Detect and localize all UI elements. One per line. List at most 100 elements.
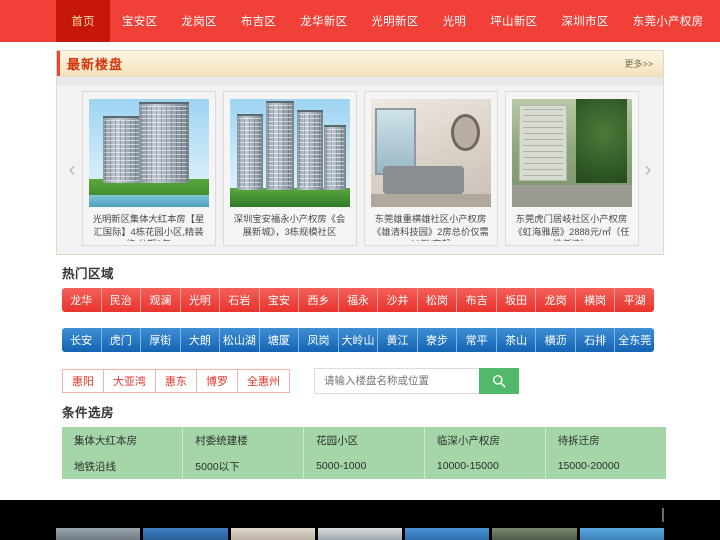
area-tag[interactable]: 茶山 xyxy=(496,328,537,352)
area-tag[interactable]: 凤岗 xyxy=(299,328,339,352)
nav-item-dongguan[interactable]: 东莞小产权房 xyxy=(621,0,716,42)
thumbnail[interactable] xyxy=(230,528,315,540)
filter-cell[interactable]: 5000以下 xyxy=(182,453,305,479)
nav-item-guangming[interactable]: 光明 xyxy=(431,0,479,42)
area-tag[interactable]: 沙井 xyxy=(378,288,418,312)
area-tag[interactable]: 光明 xyxy=(180,288,221,312)
panel-header: 最新楼盘 更多>> xyxy=(57,51,663,77)
thumbnail[interactable] xyxy=(56,528,141,540)
area-tag[interactable]: 龙华 xyxy=(62,288,102,312)
area-tag[interactable]: 塘厦 xyxy=(259,328,300,352)
filter-table: 集体大红本房 村委统建楼 花园小区 临深小产权房 待拆迁房 地铁沿线 5000以… xyxy=(62,427,666,479)
bottom-thumbnail-strip xyxy=(56,528,664,540)
top-navigation-bar: 首页 宝安区 龙岗区 布吉区 龙华新区 光明新区 光明 坪山新区 深圳市区 东莞… xyxy=(0,0,720,42)
area-tag[interactable]: 全惠州 xyxy=(237,369,290,393)
thumbnail[interactable] xyxy=(317,528,403,540)
area-tag[interactable]: 黄江 xyxy=(378,328,418,352)
nav-left-spacer xyxy=(0,0,56,42)
area-tag[interactable]: 宝安 xyxy=(259,288,300,312)
area-tag[interactable]: 平湖 xyxy=(615,288,654,312)
area-tag[interactable]: 寮步 xyxy=(417,328,458,352)
chevron-right-icon[interactable]: › xyxy=(640,155,656,185)
area-tag[interactable]: 惠东 xyxy=(155,369,196,393)
area-tag[interactable]: 大朗 xyxy=(180,328,221,352)
thumbnail[interactable] xyxy=(579,528,664,540)
latest-properties-panel: 最新楼盘 更多>> ‹ 光明新区集体大红本房【星汇国际】4栋花园小区,精装修,分… xyxy=(56,50,664,255)
nav-item-huizhou[interactable]: 惠州 xyxy=(715,0,720,42)
property-caption: 东莞雄重横雄社区小产权房《雄清科技园》2房总价仅需38万/套起 xyxy=(372,214,489,241)
area-tag[interactable]: 惠阳 xyxy=(62,369,103,393)
thumbnail[interactable] xyxy=(492,528,577,540)
area-tag[interactable]: 长安 xyxy=(62,328,102,352)
filter-cell[interactable]: 花园小区 xyxy=(303,427,425,453)
thumbnail[interactable] xyxy=(405,528,490,540)
property-image xyxy=(370,99,491,207)
filter-cell[interactable]: 村委统建楼 xyxy=(182,427,305,453)
nav-item-longgang[interactable]: 龙岗区 xyxy=(169,0,228,42)
filter-cell[interactable]: 10000-15000 xyxy=(424,453,546,479)
area-tag[interactable]: 厚街 xyxy=(141,328,181,352)
area-tag[interactable]: 大亚湾 xyxy=(103,369,155,393)
area-tag[interactable]: 横沥 xyxy=(536,328,576,352)
property-card[interactable]: 东莞雄重横雄社区小产权房《雄清科技园》2房总价仅需38万/套起 xyxy=(363,91,498,246)
nav-item-label: 光明 xyxy=(442,16,467,28)
property-card[interactable]: 东莞虎门居岐社区小产权房《虹海雅居》2888元/㎡（任挑任选） xyxy=(504,91,639,246)
search-icon xyxy=(492,374,506,388)
search-button[interactable] xyxy=(479,368,519,394)
area-tag[interactable]: 坂田 xyxy=(496,288,537,312)
nav-item-shenzhenshiqu[interactable]: 深圳市区 xyxy=(549,0,620,42)
area-tag[interactable]: 西乡 xyxy=(299,288,339,312)
hot-area-shenzhen-tags: 龙华 民治 观澜 光明 石岩 宝安 西乡 福永 沙井 松岗 布吉 坂田 龙岗 横… xyxy=(62,288,654,312)
thumbnail[interactable] xyxy=(143,528,228,540)
nav-item-label: 宝安区 xyxy=(122,16,158,28)
area-tag[interactable]: 龙岗 xyxy=(536,288,576,312)
search-box xyxy=(314,368,519,394)
filter-cell[interactable]: 临深小产权房 xyxy=(424,427,546,453)
property-card[interactable]: 深圳宝安福永小产权房《会展新城》，3栋规模社区 xyxy=(222,91,357,246)
area-tag[interactable]: 虎门 xyxy=(101,328,142,352)
area-tag[interactable]: 常平 xyxy=(457,328,497,352)
property-card[interactable]: 光明新区集体大红本房【星汇国际】4栋花园小区,精装修,分期8年 xyxy=(81,91,216,246)
nav-item-baoan[interactable]: 宝安区 xyxy=(110,0,169,42)
property-caption: 深圳宝安福永小产权房《会展新城》，3栋规模社区 xyxy=(233,214,346,237)
filter-cell[interactable]: 集体大红本房 xyxy=(62,427,184,453)
nav-item-label: 深圳市区 xyxy=(561,16,609,28)
filter-cell[interactable]: 5000-1000 xyxy=(303,453,425,479)
hot-area-dongguan-tags: 长安 虎门 厚街 大朗 松山湖 塘厦 凤岗 大岭山 黄江 寮步 常平 茶山 横沥… xyxy=(62,328,654,352)
filter-cell[interactable]: 待拆迁房 xyxy=(545,427,666,453)
area-tag[interactable]: 石岩 xyxy=(220,288,260,312)
nav-item-guangmingxinqu[interactable]: 光明新区 xyxy=(359,0,430,42)
nav-item-home[interactable]: 首页 xyxy=(56,0,110,42)
scrollbar-tick[interactable] xyxy=(662,508,664,522)
area-tag[interactable]: 民治 xyxy=(101,288,142,312)
area-tag[interactable]: 布吉 xyxy=(457,288,497,312)
area-tag[interactable]: 松山湖 xyxy=(220,328,260,352)
nav-item-label: 坪山新区 xyxy=(490,16,538,28)
hot-area-title: 热门区域 xyxy=(62,267,115,281)
property-caption: 光明新区集体大红本房【星汇国际】4栋花园小区,精装修,分期8年 xyxy=(92,214,205,241)
filter-cell[interactable]: 地铁沿线 xyxy=(62,453,184,479)
area-tag[interactable]: 博罗 xyxy=(196,369,237,393)
nav-item-label: 东莞小产权房 xyxy=(632,16,704,28)
table-row: 集体大红本房 村委统建楼 花园小区 临深小产权房 待拆迁房 xyxy=(62,427,666,453)
property-caption: 东莞虎门居岐社区小产权房《虹海雅居》2888元/㎡（任挑任选） xyxy=(513,214,630,241)
search-input[interactable] xyxy=(314,368,479,394)
nav-item-label: 龙华新区 xyxy=(300,16,348,28)
area-tag[interactable]: 全东莞 xyxy=(615,328,654,352)
area-tag[interactable]: 松岗 xyxy=(417,288,458,312)
table-row: 地铁沿线 5000以下 5000-1000 10000-15000 15000-… xyxy=(62,453,666,479)
area-tag[interactable]: 横岗 xyxy=(575,288,616,312)
area-tag[interactable]: 福永 xyxy=(338,288,379,312)
area-tag[interactable]: 石排 xyxy=(575,328,616,352)
nav-item-label: 龙岗区 xyxy=(181,16,217,28)
area-tag[interactable]: 观澜 xyxy=(141,288,181,312)
area-tag[interactable]: 大岭山 xyxy=(338,328,379,352)
nav-bottom-gap xyxy=(0,42,720,50)
chevron-left-icon[interactable]: ‹ xyxy=(64,155,80,185)
nav-item-pingshan[interactable]: 坪山新区 xyxy=(478,0,549,42)
nav-item-buji[interactable]: 布吉区 xyxy=(229,0,288,42)
nav-item-label: 布吉区 xyxy=(240,16,277,28)
nav-item-longhua[interactable]: 龙华新区 xyxy=(288,0,359,42)
more-link[interactable]: 更多>> xyxy=(624,57,653,70)
filter-cell[interactable]: 15000-20000 xyxy=(545,453,666,479)
